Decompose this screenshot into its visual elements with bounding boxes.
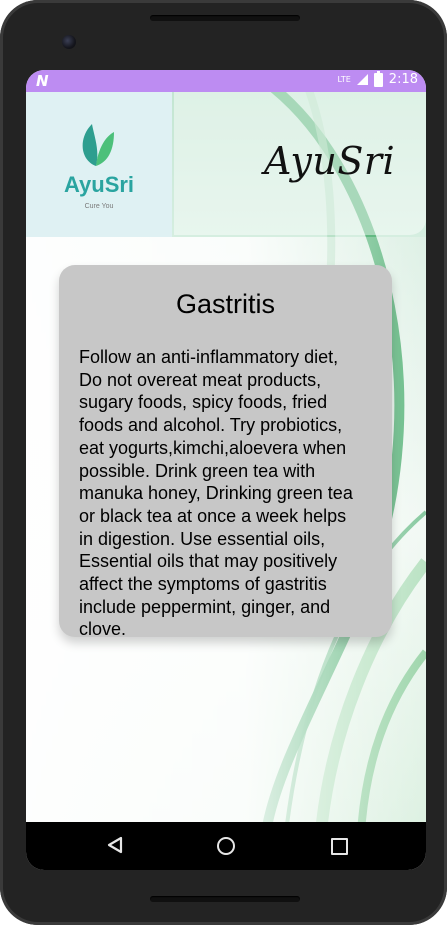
network-type-label: LTE xyxy=(337,74,351,84)
leaf-logo-icon xyxy=(82,124,114,166)
home-icon[interactable] xyxy=(217,837,235,855)
app-content: AyuSri Cure You AyuSri Gastritis Follow … xyxy=(26,92,426,822)
status-bar: N LTE 2:18 xyxy=(26,70,426,92)
battery-icon xyxy=(373,70,383,87)
card-body-text: Follow an anti-inflammatory diet, Do not… xyxy=(79,347,353,640)
top-speaker xyxy=(150,15,300,21)
brand-script-title: AyuSri xyxy=(264,139,396,183)
clock: 2:18 xyxy=(388,72,418,87)
system-navigation-bar xyxy=(26,822,426,870)
status-icons: LTE 2:18 xyxy=(337,70,418,87)
front-camera xyxy=(62,35,76,49)
logo-tagline: Cure You xyxy=(84,203,114,210)
screen: N LTE 2:18 AyuSri Cure You AyuSri Gastri… xyxy=(26,70,426,870)
bottom-speaker xyxy=(150,896,300,902)
signal-icon xyxy=(356,74,368,85)
card-title: Gastritis xyxy=(175,289,275,319)
logo-title: AyuSri xyxy=(63,172,135,197)
notification-icon: N xyxy=(36,72,49,90)
back-icon[interactable] xyxy=(106,836,124,854)
logo-panel: AyuSri Cure You xyxy=(26,92,172,237)
recents-icon[interactable] xyxy=(331,838,348,855)
remedy-card: Gastritis Follow an anti-inflammatory di… xyxy=(59,265,392,639)
phone-frame: N LTE 2:18 AyuSri Cure You AyuSri Gastri… xyxy=(0,0,447,925)
